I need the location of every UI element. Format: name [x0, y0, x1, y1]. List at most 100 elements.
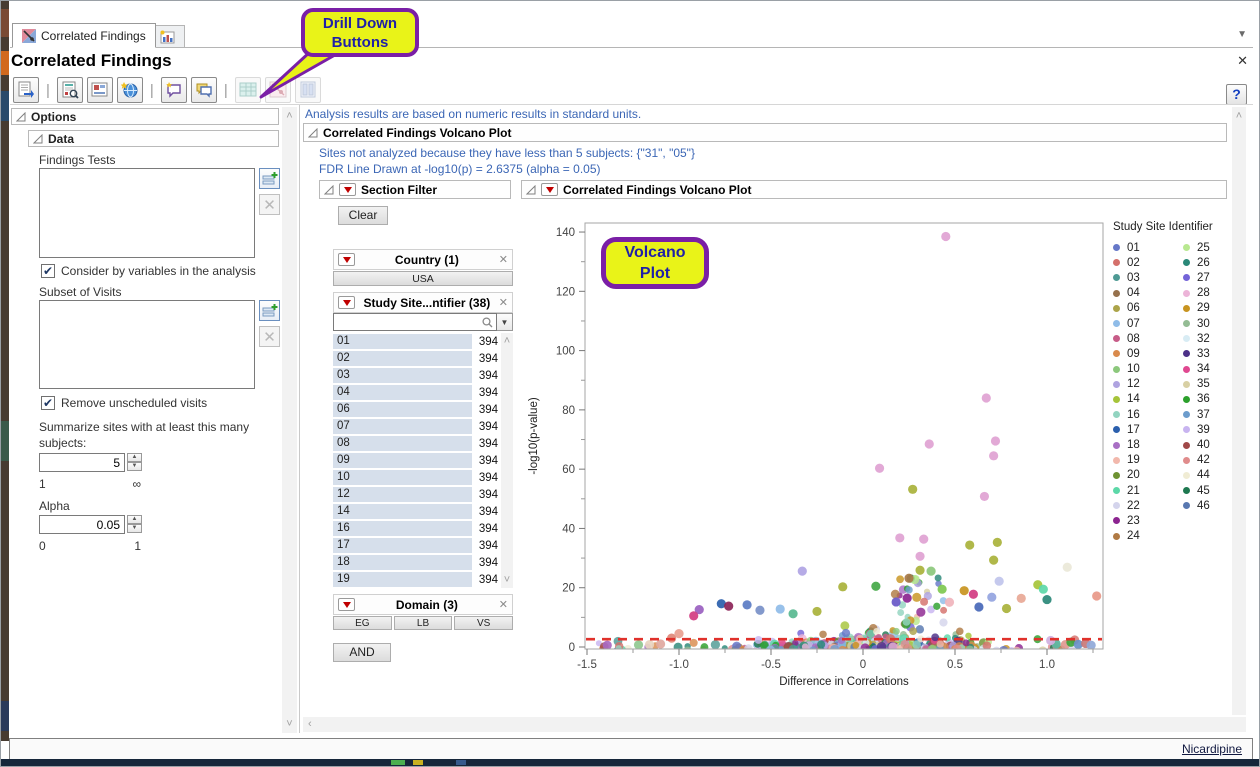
- study-link[interactable]: Nicardipine: [1182, 742, 1242, 756]
- domain-vs-button[interactable]: VS: [454, 616, 513, 630]
- save-image-button[interactable]: [87, 77, 113, 103]
- legend-item[interactable]: 07: [1113, 316, 1173, 331]
- drill-down-plot-button[interactable]: [265, 77, 291, 103]
- show-notes-button[interactable]: [191, 77, 217, 103]
- close-icon[interactable]: ✕: [499, 598, 508, 611]
- options-outline-header[interactable]: Options: [11, 108, 279, 125]
- site-list-row[interactable]: 08394: [333, 435, 500, 452]
- view-report-button[interactable]: [57, 77, 83, 103]
- tab-correlated-findings[interactable]: Correlated Findings: [12, 23, 156, 48]
- alpha-input[interactable]: [39, 515, 125, 534]
- red-menu-icon[interactable]: [339, 183, 356, 196]
- site-search-input[interactable]: [333, 313, 497, 331]
- domain-eg-button[interactable]: EG: [333, 616, 392, 630]
- legend-item[interactable]: 24: [1113, 529, 1173, 544]
- spin-down-icon[interactable]: ▼: [127, 462, 142, 471]
- red-menu-icon[interactable]: [338, 598, 355, 611]
- legend-item[interactable]: 20: [1113, 468, 1173, 483]
- legend-label: 04: [1127, 287, 1140, 299]
- main-vertical-scrollbar[interactable]: ˄: [1232, 107, 1246, 715]
- and-button[interactable]: AND: [333, 643, 391, 662]
- site-list-row[interactable]: 02394: [333, 350, 500, 367]
- site-list-row[interactable]: 01394: [333, 333, 500, 350]
- scroll-up-icon[interactable]: ˄: [282, 110, 297, 122]
- red-menu-icon[interactable]: [541, 183, 558, 196]
- legend-item[interactable]: 21: [1113, 483, 1173, 498]
- add-findings-tests-button[interactable]: [259, 168, 280, 189]
- red-menu-icon[interactable]: [338, 253, 355, 266]
- legend-item[interactable]: 16: [1113, 407, 1173, 422]
- site-list-row[interactable]: 10394: [333, 469, 500, 486]
- legend-label: 22: [1127, 500, 1140, 512]
- legend-item[interactable]: 14: [1113, 392, 1173, 407]
- legend-item[interactable]: 03: [1113, 270, 1173, 285]
- scroll-down-icon[interactable]: ˅: [501, 574, 513, 586]
- svg-text:40: 40: [562, 523, 575, 535]
- site-list-row[interactable]: 07394: [333, 418, 500, 435]
- legend-item[interactable]: 23: [1113, 513, 1173, 528]
- volcano-outline-header[interactable]: Correlated Findings Volcano Plot: [303, 123, 1227, 142]
- export-report-button[interactable]: [13, 77, 39, 103]
- options-panel-scrollbar[interactable]: ˄ ˅: [282, 107, 297, 733]
- svg-text:80: 80: [562, 405, 575, 417]
- site-list-row[interactable]: 03394: [333, 367, 500, 384]
- legend-item[interactable]: 17: [1113, 422, 1173, 437]
- legend-item[interactable]: 04: [1113, 286, 1173, 301]
- site-list-row[interactable]: 12394: [333, 486, 500, 503]
- site-list-row[interactable]: 04394: [333, 384, 500, 401]
- add-visits-button[interactable]: [259, 300, 280, 321]
- scroll-up-icon[interactable]: ˄: [1232, 110, 1246, 122]
- spin-up-icon[interactable]: ▲: [127, 515, 142, 524]
- subset-of-visits-listbox[interactable]: [39, 300, 255, 389]
- legend-item[interactable]: 09: [1113, 346, 1173, 361]
- country-value-button[interactable]: USA: [333, 271, 513, 286]
- site-list-row[interactable]: 17394: [333, 537, 500, 554]
- spin-down-icon[interactable]: ▼: [127, 524, 142, 533]
- legend-item[interactable]: 12: [1113, 377, 1173, 392]
- legend-item[interactable]: 19: [1113, 453, 1173, 468]
- clear-button[interactable]: Clear: [338, 206, 388, 225]
- drill-down-columns-button[interactable]: [295, 77, 321, 103]
- tab-list-dropdown-icon[interactable]: ▼: [1237, 29, 1247, 40]
- red-menu-icon[interactable]: [338, 296, 355, 309]
- legend-item[interactable]: 18: [1113, 437, 1173, 452]
- legend-item[interactable]: 10: [1113, 362, 1173, 377]
- spin-up-icon[interactable]: ▲: [127, 453, 142, 462]
- data-outline-header[interactable]: Data: [28, 130, 279, 147]
- scroll-up-icon[interactable]: ˄: [501, 335, 513, 347]
- legend-item[interactable]: 22: [1113, 498, 1173, 513]
- remove-findings-tests-button[interactable]: ✕: [259, 194, 280, 215]
- remove-unscheduled-checkbox[interactable]: ✔: [41, 396, 55, 410]
- close-icon[interactable]: ✕: [499, 253, 508, 266]
- domain-lb-button[interactable]: LB: [394, 616, 453, 630]
- legend-item[interactable]: 02: [1113, 255, 1173, 270]
- site-list-row[interactable]: 09394: [333, 452, 500, 469]
- findings-tests-listbox[interactable]: [39, 168, 255, 258]
- section-filter-header[interactable]: Section Filter: [319, 180, 511, 199]
- site-list-scrollbar[interactable]: ˄ ˅: [501, 333, 513, 588]
- scroll-left-icon[interactable]: ‹: [308, 718, 312, 730]
- legend-item[interactable]: 01: [1113, 240, 1173, 255]
- scroll-down-icon[interactable]: ˅: [282, 718, 297, 730]
- remove-visits-button[interactable]: ✕: [259, 326, 280, 347]
- panel-divider[interactable]: [299, 105, 300, 733]
- close-icon[interactable]: ✕: [499, 296, 508, 309]
- search-dropdown-icon[interactable]: ▼: [497, 313, 513, 331]
- site-list-row[interactable]: 18394: [333, 554, 500, 571]
- consider-by-variables-checkbox[interactable]: ✔: [41, 264, 55, 278]
- legend-item[interactable]: 06: [1113, 301, 1173, 316]
- legend-item[interactable]: 08: [1113, 331, 1173, 346]
- help-button[interactable]: ?: [1226, 84, 1247, 105]
- site-list-row[interactable]: 06394: [333, 401, 500, 418]
- publish-web-button[interactable]: [117, 77, 143, 103]
- site-list-row[interactable]: 16394: [333, 520, 500, 537]
- site-list-row[interactable]: 19394: [333, 571, 500, 588]
- site-list-row[interactable]: 14394: [333, 503, 500, 520]
- close-icon[interactable]: ✕: [1237, 53, 1248, 69]
- drill-down-table-button[interactable]: [235, 77, 261, 103]
- summarize-input[interactable]: [39, 453, 125, 472]
- volcano-plot-header[interactable]: Correlated Findings Volcano Plot: [521, 180, 1227, 199]
- legend-dot-icon: [1113, 259, 1120, 266]
- new-note-button[interactable]: [161, 77, 187, 103]
- main-horizontal-scrollbar[interactable]: ‹: [303, 717, 1246, 732]
